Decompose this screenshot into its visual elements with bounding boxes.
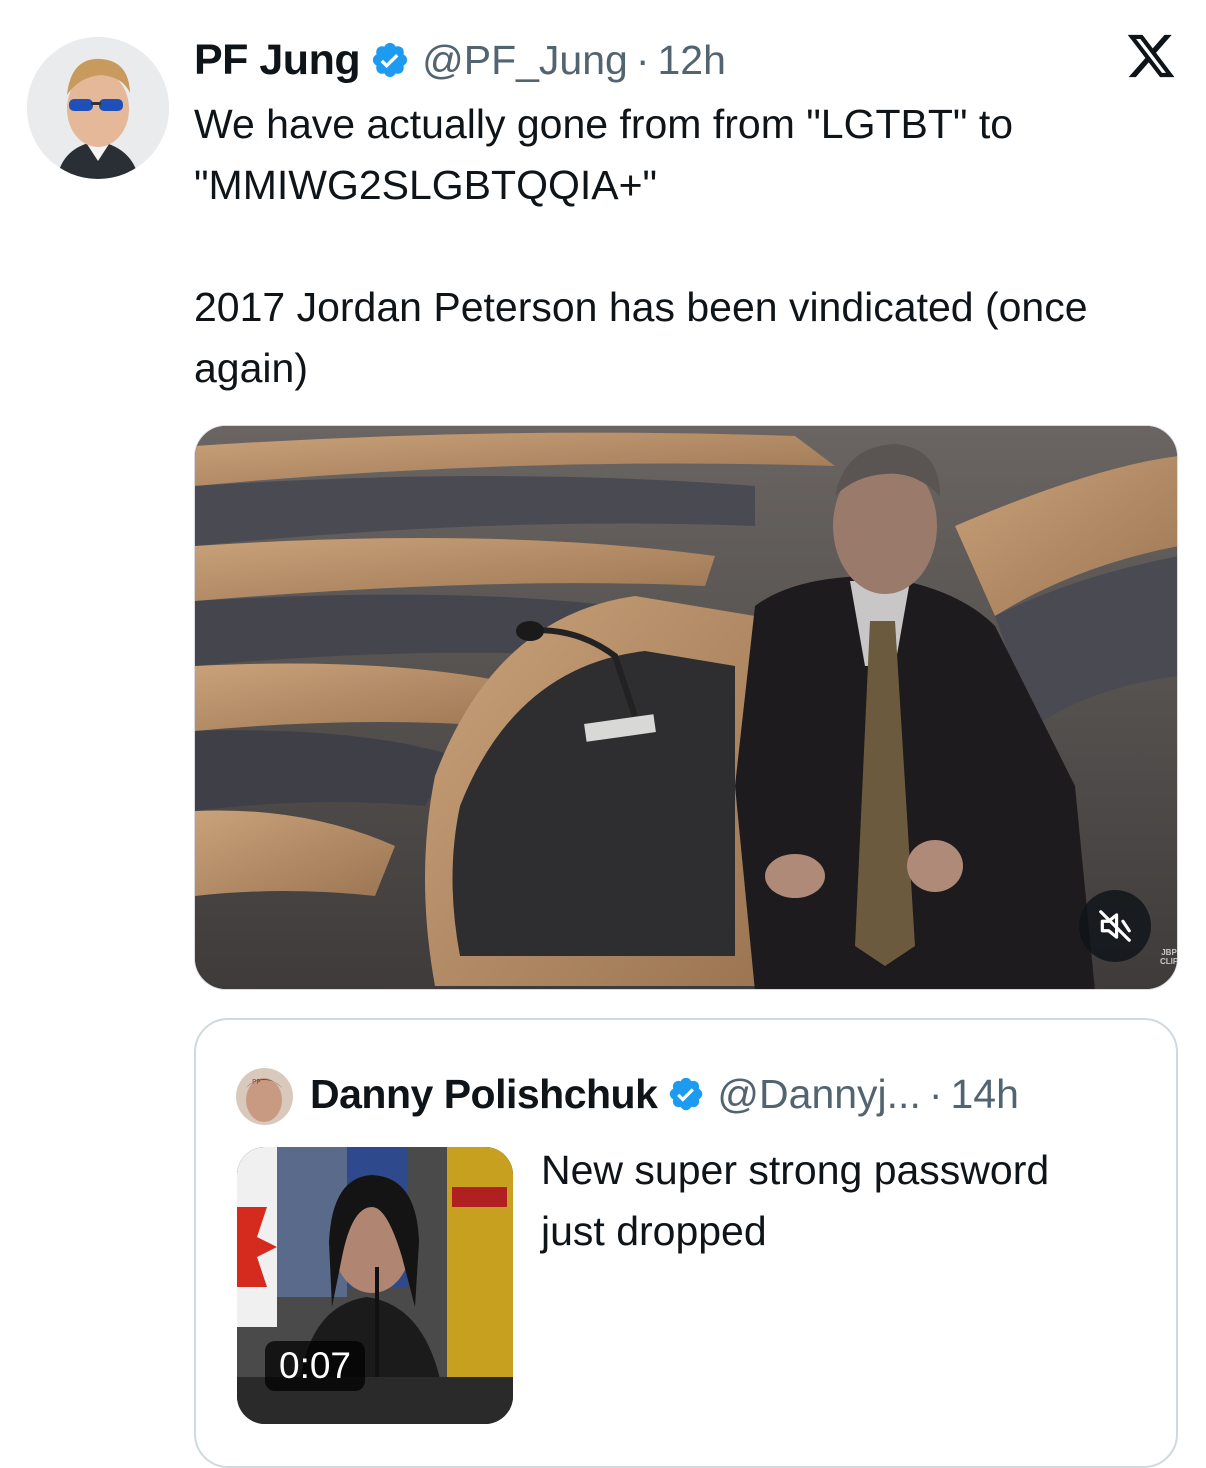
author-avatar[interactable] bbox=[27, 37, 169, 179]
tweet-video[interactable]: JBP CLIP bbox=[194, 425, 1178, 990]
quoted-tweet-text: New super strong password just dropped bbox=[541, 1147, 1050, 1254]
author-name[interactable]: PF Jung bbox=[194, 36, 361, 85]
video-duration: 0:07 bbox=[265, 1341, 366, 1391]
tweet-header: PF Jung @PF_Jung · 12h bbox=[194, 30, 726, 90]
mute-button[interactable] bbox=[1079, 890, 1151, 962]
separator-dot: · bbox=[928, 1070, 943, 1117]
x-logo-icon[interactable] bbox=[1124, 30, 1178, 82]
quoted-author-handle[interactable]: @Dannyj... bbox=[717, 1071, 920, 1118]
author-handle[interactable]: @PF_Jung bbox=[422, 37, 628, 84]
separator-dot: · bbox=[635, 36, 650, 83]
quoted-tweet-header: Danny Polishchuk @Dannyj... · 14h bbox=[310, 1064, 1019, 1124]
tweet-text-paragraph: 2017 Jordan Peterson has been vindicated… bbox=[194, 284, 1088, 391]
svg-text:PP: PP bbox=[252, 1078, 260, 1086]
quoted-video-thumbnail[interactable]: 0:07 bbox=[237, 1147, 513, 1424]
video-frame bbox=[195, 426, 1177, 989]
verified-badge-icon[interactable] bbox=[370, 40, 410, 80]
quoted-tweet[interactable]: PP Danny Polishchuk @Dannyj... · 14h 0:0… bbox=[194, 1018, 1178, 1468]
tweet-timestamp[interactable]: 12h bbox=[658, 37, 726, 84]
tweet-text-paragraph: We have actually gone from from "LGTBT" … bbox=[194, 101, 1014, 208]
tweet-text: We have actually gone from from "LGTBT" … bbox=[194, 94, 1174, 399]
muted-speaker-icon bbox=[1099, 910, 1131, 942]
quoted-author-name[interactable]: Danny Polishchuk bbox=[310, 1071, 658, 1118]
video-watermark: JBP CLIP bbox=[1160, 948, 1178, 966]
quoted-tweet-timestamp[interactable]: 14h bbox=[951, 1071, 1019, 1118]
quoted-author-avatar[interactable]: PP bbox=[236, 1068, 293, 1125]
verified-badge-icon[interactable] bbox=[667, 1075, 705, 1113]
